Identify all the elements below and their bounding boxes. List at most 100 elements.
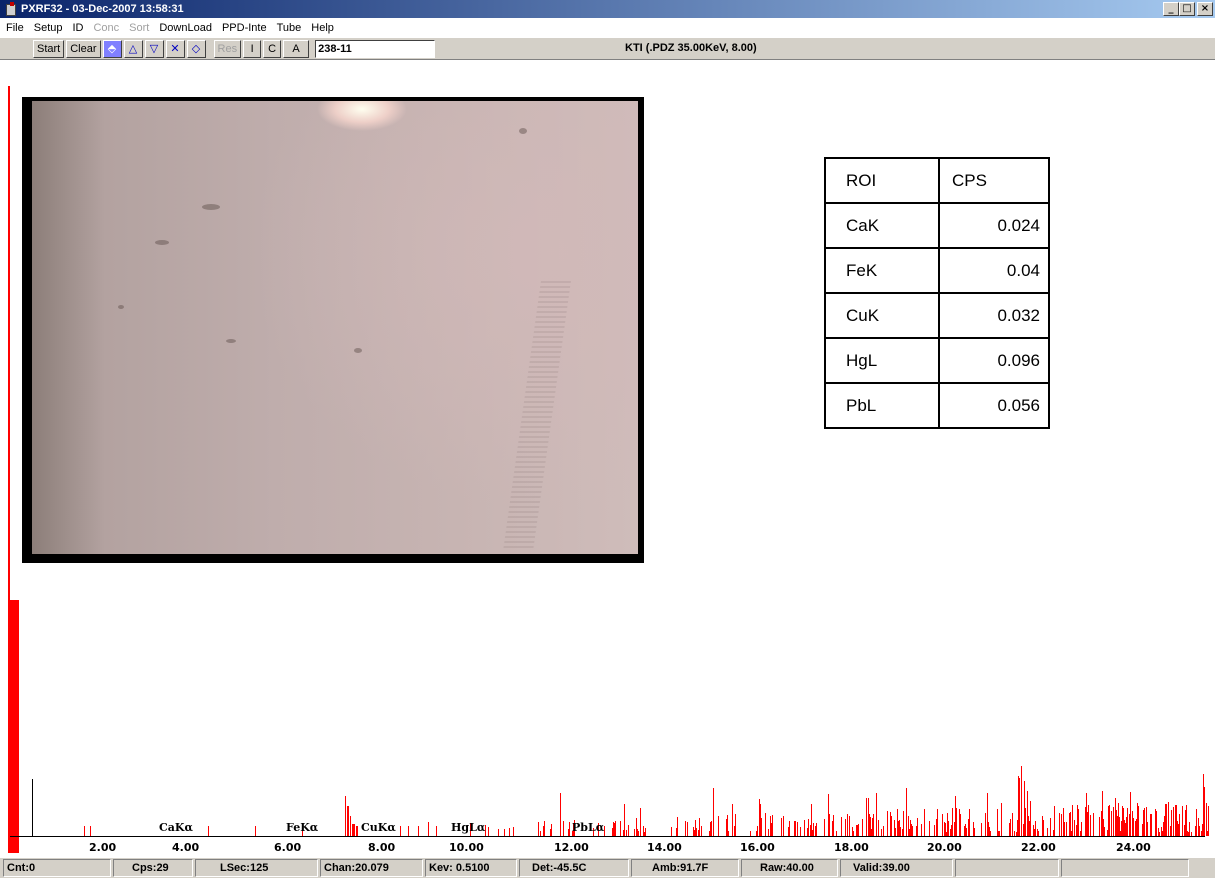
spectrum-bar (988, 822, 989, 836)
menu-setup[interactable]: Setup (34, 22, 63, 34)
status-raw: Raw:40.00 (741, 859, 838, 877)
spectrum-bar (1185, 810, 1186, 836)
menu-download[interactable]: DownLoad (159, 22, 212, 34)
spectrum-bar (676, 828, 677, 836)
spectrum-bar (634, 829, 635, 836)
spectrum-bar (781, 818, 782, 836)
spectrum-bar (815, 826, 816, 836)
spectrum-bar (816, 823, 817, 836)
spectrum-bar (713, 788, 714, 836)
spectrum-bar (1204, 787, 1205, 836)
cps-cell: 0.024 (938, 202, 1050, 249)
spectrum-bar (1108, 806, 1109, 836)
spectrum-bar (513, 827, 514, 836)
i-button[interactable]: I (243, 39, 262, 58)
spectrum-bar (1090, 815, 1091, 836)
spectrum-bar (1126, 817, 1127, 836)
close-button[interactable]: × (1197, 2, 1213, 16)
cps-cell: 0.056 (938, 382, 1050, 429)
menu-id[interactable]: ID (72, 22, 83, 34)
spectrum-bar (871, 829, 872, 836)
spectrum-bar (488, 827, 489, 836)
spectrum-bar (628, 825, 629, 836)
spectrum-bar (1069, 813, 1070, 836)
spectrum-bar (695, 820, 696, 836)
spectrum-bar (90, 826, 91, 836)
spectrum-bar (1208, 806, 1209, 836)
spectrum-bar (1111, 811, 1112, 836)
cps-cell: 0.096 (938, 337, 1050, 384)
spectrum-bar (498, 829, 499, 836)
spectrum-bar (710, 822, 711, 836)
spectrum-bar (960, 814, 961, 836)
start-button[interactable]: Start (33, 39, 65, 58)
spectrum-bar (1196, 809, 1197, 836)
spectrum-bar (1113, 807, 1114, 836)
spectrum-bar (687, 822, 688, 836)
spectrum-bar (847, 814, 848, 836)
spectrum-bar (1024, 781, 1025, 836)
arrow-down-icon[interactable]: ▽ (144, 39, 164, 58)
spectrum-bar (1034, 829, 1035, 836)
spectrum-bar (937, 809, 938, 836)
spectrum-bar (643, 826, 644, 836)
spectrum-bar (1070, 812, 1071, 836)
roi-header: ROI (824, 157, 940, 204)
spectrum-bar (852, 827, 853, 836)
spectrum-bar (952, 808, 953, 836)
sample-id-field[interactable]: 238-11 (315, 39, 436, 58)
spectrum-bar (509, 828, 510, 836)
spectrum-bar (833, 815, 834, 836)
spectrum-bar (955, 796, 956, 836)
minimize-button[interactable]: _ (1163, 2, 1179, 16)
menu-ppd-inte[interactable]: PPD-Inte (222, 22, 267, 34)
spectrum-bar (693, 827, 694, 836)
spectrum-bar (636, 818, 637, 836)
spectrum-bar (1059, 813, 1060, 836)
spectrum-bar (1116, 810, 1117, 836)
menu-help[interactable]: Help (311, 22, 334, 34)
arrow-up-icon[interactable]: △ (123, 39, 143, 58)
spectrum-bar (917, 818, 918, 836)
spectrum-bar (887, 811, 888, 836)
spectrum-bar (1115, 798, 1116, 836)
spectrum-bar (1123, 808, 1124, 836)
spectrum-bar (1103, 819, 1104, 836)
roi-cell: PbL (824, 382, 940, 429)
maximize-button[interactable]: □ (1179, 2, 1195, 16)
spectrum-bar (1018, 776, 1019, 836)
spectrum-bar (857, 825, 858, 836)
home-icon[interactable]: ⬘ (102, 39, 122, 58)
spectrum-bar (810, 825, 811, 836)
status-cps: Cps:29 (113, 859, 193, 877)
spectrum-bar (1119, 817, 1120, 836)
spectrum-bar (761, 818, 762, 836)
spectrum-bar (973, 822, 974, 836)
spectrum-bar (954, 822, 955, 836)
sample-image (32, 101, 638, 554)
tick-label: 18.00 (834, 841, 869, 854)
spectrum-bar (1028, 816, 1029, 836)
spectrum-bar (947, 813, 948, 836)
spectrum-bar (538, 822, 539, 836)
spectrum-bar (1176, 805, 1177, 836)
spectrum-bar (783, 816, 784, 836)
clear-button[interactable]: Clear (66, 39, 101, 58)
tick-label: 6.00 (274, 841, 302, 854)
spectrum-bar (1138, 806, 1139, 836)
spectrum-bar (1025, 808, 1026, 836)
spectrum-bar (1175, 805, 1176, 836)
spectrum-bar (620, 821, 621, 836)
zoom-out-icon[interactable]: ◇ (186, 39, 206, 58)
spectrum-bar (1035, 821, 1036, 836)
spectrum-bar (759, 799, 760, 836)
spectrum-bar (1150, 814, 1151, 836)
zoom-in-icon[interactable]: ✕ (165, 39, 185, 58)
menu-file[interactable]: File (6, 22, 24, 34)
tick-label: 4.00 (172, 841, 200, 854)
menu-tube[interactable]: Tube (277, 22, 302, 34)
a-button[interactable]: A (283, 39, 310, 58)
c-button[interactable]: C (263, 39, 282, 58)
table-row: CaK 0.024 (824, 202, 1050, 249)
spectrum-bar (862, 819, 863, 836)
